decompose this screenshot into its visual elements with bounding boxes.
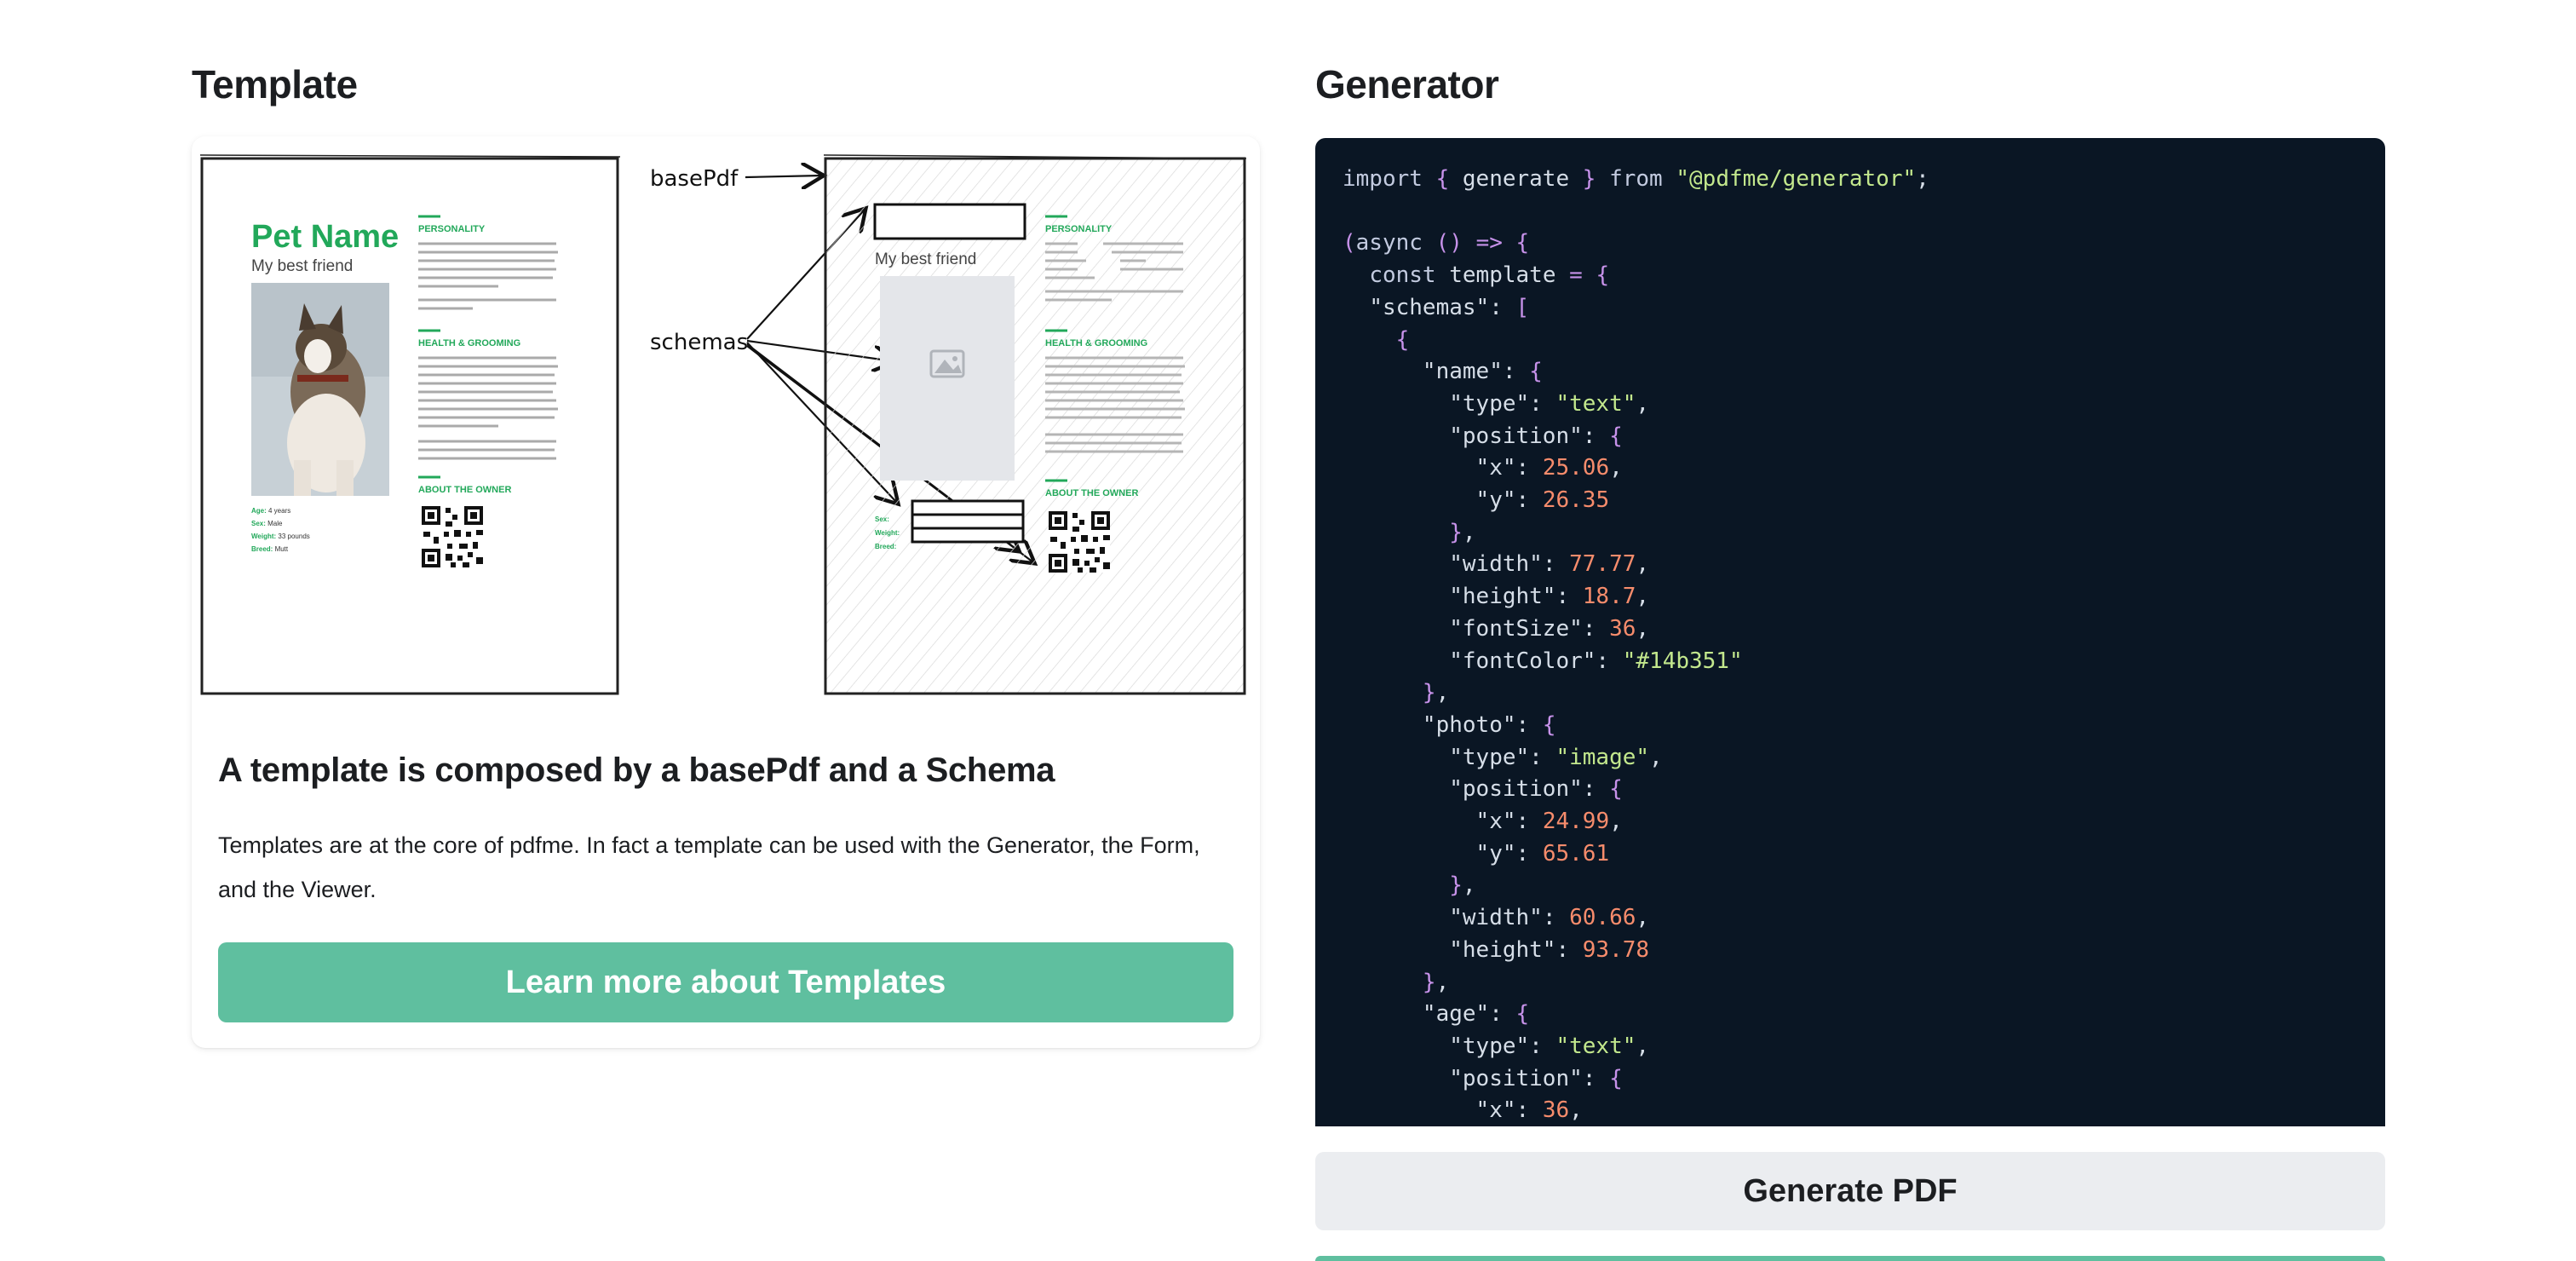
health-heading: HEALTH & GROOMING <box>418 338 520 348</box>
code-line: "y": 65.61 <box>1475 840 1610 867</box>
learn-more-templates-button[interactable]: Learn more about Templates <box>218 942 1233 1022</box>
base-personality-heading: PERSONALITY <box>1045 224 1113 234</box>
card-heading: A template is composed by a basePdf and … <box>218 751 1055 789</box>
svg-text:Sex: Male: Sex: Male <box>251 520 283 527</box>
code-line: { <box>1395 326 1410 353</box>
code-line: "position": { <box>1449 776 1623 803</box>
template-section-title: Template <box>192 62 358 107</box>
code-line: "name": { <box>1422 359 1543 385</box>
code-line: "position": { <box>1449 423 1623 449</box>
schemas-label: schemas <box>650 330 748 355</box>
base-subtitle: My best friend <box>875 250 976 268</box>
code-line: }, <box>1449 519 1476 545</box>
svg-text:Weight:: Weight: <box>875 529 900 537</box>
code-line: "height": 18.7, <box>1449 584 1650 610</box>
next-button-edge[interactable] <box>1315 1256 2385 1261</box>
code-line: const template = { <box>1369 262 1610 289</box>
base-qr-code <box>1049 511 1110 573</box>
code-line: "x": 24.99, <box>1475 809 1623 835</box>
code-line: "photo": { <box>1422 711 1556 738</box>
dog-photo <box>251 283 389 496</box>
generator-section-title: Generator <box>1315 62 1499 107</box>
generator-code: import { generate } from "@pdfme/generat… <box>1315 138 2385 1126</box>
code-line: "type": "text", <box>1449 390 1650 417</box>
pet-subtitle: My best friend <box>251 257 353 275</box>
personality-heading: PERSONALITY <box>418 224 486 234</box>
svg-text:Breed:: Breed: <box>875 543 896 550</box>
code-line: }, <box>1422 969 1450 995</box>
code-line: "type": "image", <box>1449 744 1663 770</box>
base-health-heading: HEALTH & GROOMING <box>1045 338 1147 348</box>
base-owner-heading: ABOUT THE OWNER <box>1045 488 1138 498</box>
code-line: }, <box>1449 872 1476 899</box>
template-card: Pet Name My best friend Age: 4 years Sex… <box>192 136 1260 1048</box>
code-line: "type": "text", <box>1449 1033 1650 1059</box>
code-line: "height": 93.78 <box>1449 936 1650 963</box>
template-illustration: Pet Name My best friend Age: 4 years Sex… <box>199 154 1247 695</box>
code-line: "position": { <box>1449 1065 1623 1091</box>
card-description: Templates are at the core of pdfme. In f… <box>218 832 1200 902</box>
code-line: "width": 60.66, <box>1449 905 1650 931</box>
filled-template-page: Pet Name My best friend Age: 4 years Sex… <box>199 154 621 695</box>
code-block: import { generate } from "@pdfme/generat… <box>1315 138 2385 1126</box>
code-line: "x": 36, <box>1475 1097 1583 1124</box>
owner-heading: ABOUT THE OWNER <box>418 485 511 495</box>
code-line: "width": 77.77, <box>1449 551 1650 578</box>
code-line: "x": 25.06, <box>1475 455 1623 481</box>
svg-text:Age: 4 years: Age: 4 years <box>251 507 290 515</box>
code-line: "age": { <box>1422 1001 1530 1028</box>
svg-text:Sex:: Sex: <box>875 515 889 523</box>
pet-name: Pet Name <box>251 219 399 255</box>
code-line: "y": 26.35 <box>1475 487 1610 514</box>
code-line: import { generate } from "@pdfme/generat… <box>1343 166 1929 192</box>
svg-text:Breed: Mutt: Breed: Mutt <box>251 545 289 553</box>
generate-pdf-button[interactable]: Generate PDF <box>1315 1152 2385 1230</box>
basepdf-label: basePdf <box>650 166 739 192</box>
code-line: }, <box>1422 680 1450 706</box>
code-line: (async () => { <box>1343 230 1530 256</box>
code-line: "fontColor": "#14b351" <box>1449 648 1743 674</box>
code-line: "fontSize": 36, <box>1449 615 1650 642</box>
code-line: "schemas": [ <box>1369 294 1530 320</box>
qr-code <box>422 506 483 567</box>
svg-text:Weight: 33 pounds: Weight: 33 pounds <box>251 533 310 540</box>
base-pdf-page: My best friend PERSONALITY HEALTH & GROO… <box>823 154 1247 695</box>
